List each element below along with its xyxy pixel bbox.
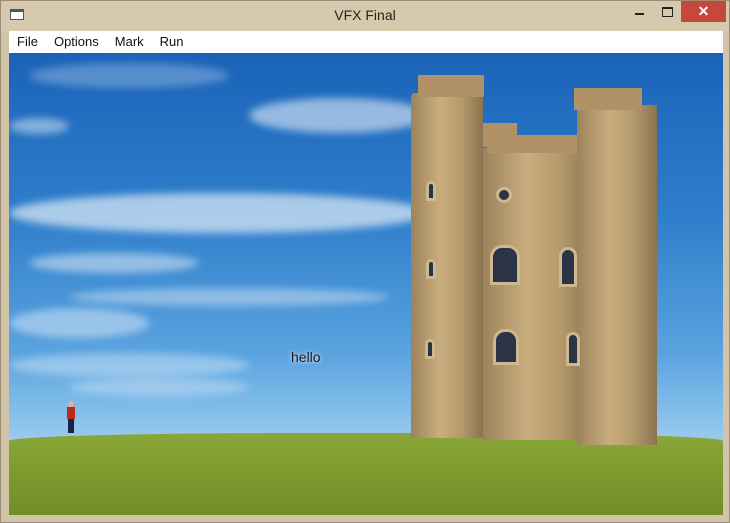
- castle-window: [425, 339, 435, 359]
- close-icon: ✕: [697, 3, 710, 19]
- cloud: [29, 253, 199, 273]
- castle-right-battlement: [574, 88, 642, 110]
- window-title: VFX Final: [334, 7, 396, 23]
- overlay-text: hello: [291, 349, 321, 365]
- person-legs: [68, 419, 74, 433]
- castle-window: [559, 247, 577, 287]
- close-button[interactable]: ✕: [681, 1, 726, 22]
- image-canvas[interactable]: hello: [9, 53, 723, 515]
- castle-window: [566, 332, 580, 366]
- title-bar[interactable]: VFX Final ✕: [1, 1, 729, 31]
- cloud: [29, 63, 229, 88]
- menu-mark[interactable]: Mark: [107, 31, 152, 53]
- castle-center-turret: [483, 123, 517, 147]
- castle-window: [493, 329, 519, 365]
- menu-options[interactable]: Options: [46, 31, 107, 53]
- maximize-button[interactable]: [653, 1, 681, 22]
- app-window: VFX Final ✕ File Options Mark Run hello: [0, 0, 730, 523]
- maximize-icon: [661, 6, 673, 17]
- person-torso: [67, 407, 75, 419]
- minimize-icon: [634, 13, 644, 15]
- cloud: [69, 378, 249, 396]
- castle-window: [426, 181, 436, 201]
- person-figure: [67, 401, 75, 435]
- cloud: [9, 193, 429, 233]
- cloud: [9, 353, 249, 377]
- castle-window: [490, 245, 520, 285]
- menu-file[interactable]: File: [9, 31, 46, 53]
- grass-hill: [9, 433, 723, 515]
- minimize-button[interactable]: [625, 1, 653, 22]
- cloud: [9, 308, 149, 338]
- menu-run[interactable]: Run: [152, 31, 192, 53]
- cloud: [9, 118, 69, 134]
- castle-right-tower: [577, 105, 657, 445]
- menu-bar: File Options Mark Run: [9, 31, 723, 53]
- castle-window: [426, 259, 436, 279]
- castle-window: [496, 187, 512, 203]
- cloud: [69, 288, 389, 306]
- castle-left-tower: [411, 93, 483, 438]
- cloud: [249, 98, 429, 133]
- castle-left-battlement: [418, 75, 484, 97]
